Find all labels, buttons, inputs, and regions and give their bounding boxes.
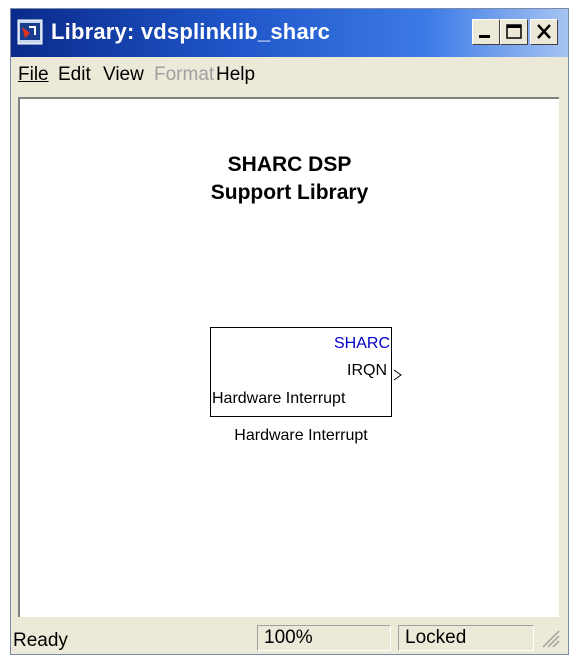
output-port-arrow-icon[interactable] [393,368,403,386]
simulink-app-icon[interactable] [17,19,43,45]
menu-format[interactable]: Format [154,64,214,86]
hardware-interrupt-block[interactable]: SHARC IRQN Hardware Interrupt [210,327,392,417]
minimize-button[interactable] [472,19,500,45]
model-canvas[interactable]: SHARC DSP Support Library SHARC IRQN Har… [18,97,559,617]
maximize-button[interactable] [500,19,528,45]
window-title: Library: vdsplinklib_sharc [51,19,331,44]
menu-file[interactable]: File [18,64,49,86]
library-title: SHARC DSP Support Library [20,151,559,207]
menu-bar: File Edit View Format Help [11,57,568,91]
title-bar[interactable]: Library: vdsplinklib_sharc [11,9,568,57]
block-inner-label: Hardware Interrupt [212,390,346,407]
status-zoom: 100% [257,625,391,651]
block-port-label: IRQN [347,362,387,379]
close-button[interactable] [530,19,558,45]
library-title-line2: Support Library [210,181,369,204]
library-title-line1: SHARC DSP [227,153,352,176]
block-caption[interactable]: Hardware Interrupt [210,427,392,445]
status-state: Ready [13,630,68,651]
menu-help[interactable]: Help [216,64,255,86]
status-bar: Ready 100% Locked [11,621,568,654]
menu-view[interactable]: View [103,64,144,86]
library-window: Library: vdsplinklib_sharc File Edit Vie… [10,8,569,655]
menu-edit[interactable]: Edit [58,64,91,86]
resize-grip-icon[interactable] [539,627,561,654]
status-lock: Locked [398,625,534,651]
block-vendor-label: SHARC [333,335,390,352]
